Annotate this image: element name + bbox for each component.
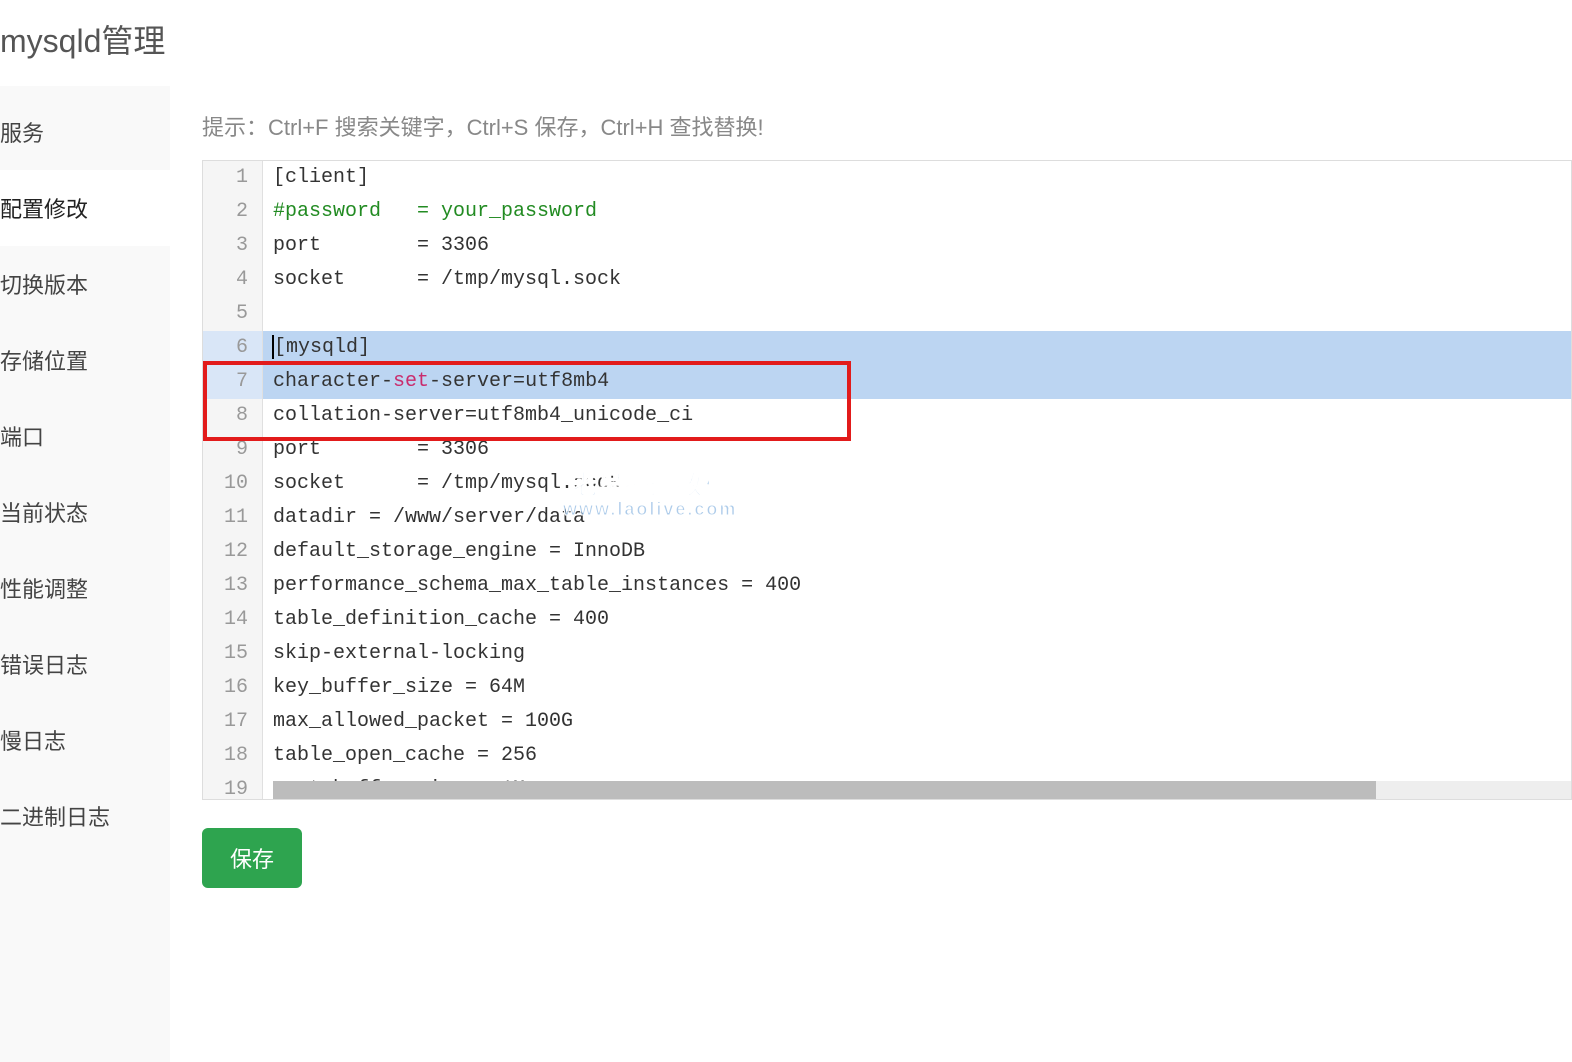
code-line[interactable]: 9port = 3306 <box>203 433 1571 467</box>
code-line[interactable]: 13performance_schema_max_table_instances… <box>203 569 1571 603</box>
editor-hint: 提示：Ctrl+F 搜索关键字，Ctrl+S 保存，Ctrl+H 查找替换! <box>202 110 1572 142</box>
line-content[interactable]: datadir = /www/server/data <box>263 501 1571 535</box>
line-content[interactable]: key_buffer_size = 64M <box>263 671 1571 705</box>
code-line[interactable]: 4socket = /tmp/mysql.sock <box>203 263 1571 297</box>
line-content[interactable]: max_allowed_packet = 100G <box>263 705 1571 739</box>
line-number: 11 <box>203 501 263 535</box>
code-line[interactable]: 11datadir = /www/server/data <box>203 501 1571 535</box>
sidebar-item-binlog[interactable]: 二进制日志 <box>0 778 170 854</box>
line-content[interactable]: collation-server=utf8mb4_unicode_ci <box>263 399 1571 433</box>
code-line[interactable]: 15skip-external-locking <box>203 637 1571 671</box>
line-number: 15 <box>203 637 263 671</box>
sidebar-item-slowlog[interactable]: 慢日志 <box>0 702 170 778</box>
sidebar-item-service[interactable]: 服务 <box>0 94 170 170</box>
line-content[interactable]: port = 3306 <box>263 229 1571 263</box>
line-content[interactable] <box>263 297 1571 331</box>
line-content[interactable]: table_definition_cache = 400 <box>263 603 1571 637</box>
code-line[interactable]: 17max_allowed_packet = 100G <box>203 705 1571 739</box>
line-number: 9 <box>203 433 263 467</box>
sidebar-item-perf[interactable]: 性能调整 <box>0 550 170 626</box>
line-content[interactable]: socket = /tmp/mysql.sock <box>263 467 1571 501</box>
line-number: 17 <box>203 705 263 739</box>
code-editor[interactable]: 1[client]2#password = your_password3port… <box>202 160 1572 800</box>
line-number: 3 <box>203 229 263 263</box>
code-line[interactable]: 7character-set-server=utf8mb4 <box>203 365 1571 399</box>
line-number: 18 <box>203 739 263 773</box>
code-line[interactable]: 18table_open_cache = 256 <box>203 739 1571 773</box>
scrollbar-thumb[interactable] <box>273 781 1376 799</box>
line-content[interactable]: performance_schema_max_table_instances =… <box>263 569 1571 603</box>
code-line[interactable]: 3port = 3306 <box>203 229 1571 263</box>
sidebar: 服务配置修改切换版本存储位置端口当前状态性能调整错误日志慢日志二进制日志 <box>0 86 170 1062</box>
line-number: 1 <box>203 161 263 195</box>
sidebar-item-errlog[interactable]: 错误日志 <box>0 626 170 702</box>
horizontal-scrollbar[interactable] <box>273 781 1571 799</box>
code-line[interactable]: 2#password = your_password <box>203 195 1571 229</box>
sidebar-item-port[interactable]: 端口 <box>0 398 170 474</box>
line-content[interactable]: port = 3306 <box>263 433 1571 467</box>
line-number: 16 <box>203 671 263 705</box>
line-content[interactable]: default_storage_engine = InnoDB <box>263 535 1571 569</box>
code-line[interactable]: 14table_definition_cache = 400 <box>203 603 1571 637</box>
code-line[interactable]: 8collation-server=utf8mb4_unicode_ci <box>203 399 1571 433</box>
line-number: 14 <box>203 603 263 637</box>
line-number: 12 <box>203 535 263 569</box>
line-content[interactable]: skip-external-locking <box>263 637 1571 671</box>
page-title: mysqld管理 <box>0 0 1572 86</box>
code-line[interactable]: 10socket = /tmp/mysql.sock <box>203 467 1571 501</box>
save-button[interactable]: 保存 <box>202 828 302 888</box>
line-content[interactable]: [client] <box>263 161 1571 195</box>
line-content[interactable]: socket = /tmp/mysql.sock <box>263 263 1571 297</box>
sidebar-item-version[interactable]: 切换版本 <box>0 246 170 322</box>
line-content[interactable]: #password = your_password <box>263 195 1571 229</box>
line-content[interactable]: [mysqld] <box>263 331 1571 365</box>
line-content[interactable]: table_open_cache = 256 <box>263 739 1571 773</box>
line-number: 6 <box>203 331 263 365</box>
code-line[interactable]: 12default_storage_engine = InnoDB <box>203 535 1571 569</box>
line-number: 19 <box>203 773 263 799</box>
code-line[interactable]: 5 <box>203 297 1571 331</box>
code-line[interactable]: 16key_buffer_size = 64M <box>203 671 1571 705</box>
line-number: 10 <box>203 467 263 501</box>
line-number: 2 <box>203 195 263 229</box>
code-line[interactable]: 6[mysqld] <box>203 331 1571 365</box>
line-content[interactable]: character-set-server=utf8mb4 <box>263 365 1571 399</box>
code-line[interactable]: 1[client] <box>203 161 1571 195</box>
sidebar-item-config[interactable]: 配置修改 <box>0 170 170 246</box>
sidebar-item-status[interactable]: 当前状态 <box>0 474 170 550</box>
line-number: 8 <box>203 399 263 433</box>
line-number: 13 <box>203 569 263 603</box>
text-cursor <box>272 335 274 359</box>
line-number: 5 <box>203 297 263 331</box>
line-number: 4 <box>203 263 263 297</box>
line-number: 7 <box>203 365 263 399</box>
sidebar-item-storage[interactable]: 存储位置 <box>0 322 170 398</box>
